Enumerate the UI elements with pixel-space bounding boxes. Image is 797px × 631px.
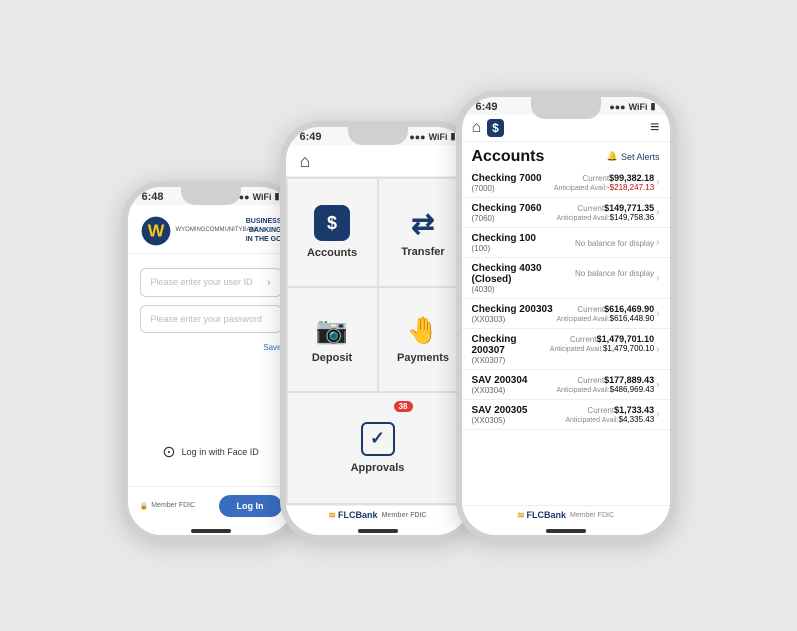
flcbank-logo-2: ≋ FLCBank xyxy=(328,510,377,521)
transfer-label: Transfer xyxy=(401,246,444,258)
accounts-title: Accounts xyxy=(472,148,545,166)
fdic-2: Member FDIC xyxy=(381,512,426,519)
notch-2 xyxy=(348,127,408,145)
account-row-7060[interactable]: Checking 7060 (7060) Current$149,771.35 … xyxy=(462,198,670,228)
deposit-icon: 📷 xyxy=(316,315,348,346)
payments-icon: 🤚 xyxy=(407,315,439,346)
svg-text:W: W xyxy=(147,220,164,240)
account-row-200307[interactable]: Checking 200307 (XX0307) Current$1,479,7… xyxy=(462,329,670,370)
phone2-footer: ≋ FLCBank Member FDIC xyxy=(286,505,470,525)
payments-label: Payments xyxy=(397,352,449,364)
transfer-icon: ⇄ xyxy=(411,207,434,240)
home-indicator-3 xyxy=(462,525,670,535)
chevron-100: › xyxy=(656,237,659,248)
chevron-7000: › xyxy=(656,177,659,188)
home-indicator-2 xyxy=(286,525,470,535)
menu-item-deposit[interactable]: 📷 Deposit xyxy=(288,288,377,391)
set-alerts-button[interactable]: 🔔 Set Alerts xyxy=(607,151,660,162)
accounts-screen: ⌂ $ ≡ Accounts 🔔 Set Alerts Checking 700… xyxy=(462,115,670,535)
nav-accounts-icon[interactable]: $ xyxy=(487,119,504,137)
face-id-icon: ⊙ xyxy=(162,442,175,462)
account-row-100[interactable]: Checking 100 (100) No balance for displa… xyxy=(462,228,670,258)
account-row-200305[interactable]: SAV 200305 (XX0305) Current$1,733.43 Ant… xyxy=(462,400,670,430)
time-1: 6:48 xyxy=(142,191,164,203)
flcbank-logo-3: ≋ FLCBank xyxy=(517,510,566,521)
chevron-4030: › xyxy=(656,273,659,284)
phone-login: 6:48 ●●● WiFi ▮ W WYOMINGCOMMUNITYBANK B… xyxy=(122,181,300,541)
bank-logo: W WYOMINGCOMMUNITYBANK xyxy=(140,215,236,247)
accounts-icon: $ xyxy=(314,205,350,241)
menu-item-approvals[interactable]: 38 ✓ Approvals xyxy=(288,393,468,503)
approvals-icon: ✓ xyxy=(361,422,395,456)
password-input[interactable]: Please enter your password xyxy=(140,305,282,333)
home-screen: ⌂ $ Accounts ⇄ Transfer 📷 Deposit xyxy=(286,145,470,535)
account-row-200303[interactable]: Checking 200303 (XX0303) Current$616,469… xyxy=(462,299,670,329)
status-icons-2: ●●● WiFi ▮ xyxy=(409,131,455,142)
bank-tagline: BUSINESS BANKING IN THE GO xyxy=(246,217,282,244)
approvals-label: Approvals xyxy=(351,462,405,474)
nav-icons-left: ⌂ $ xyxy=(472,119,504,137)
account-row-7000[interactable]: Checking 7000 (7000) Current$99,382.18 A… xyxy=(462,168,670,198)
home-indicator-1 xyxy=(128,525,294,535)
w-logo-icon: W xyxy=(140,215,172,247)
login-screen: W WYOMINGCOMMUNITYBANK BUSINESS BANKING … xyxy=(128,205,294,535)
face-id-section: ⊙ Log in with Face ID xyxy=(140,432,282,472)
bank-name: WYOMINGCOMMUNITYBANK xyxy=(176,227,236,234)
bank-header: W WYOMINGCOMMUNITYBANK BUSINESS BANKING … xyxy=(128,205,294,254)
chevron-200303: › xyxy=(656,308,659,319)
accounts-header: Accounts 🔔 Set Alerts xyxy=(462,142,670,168)
home-nav: ⌂ xyxy=(286,145,470,177)
menu-grid: $ Accounts ⇄ Transfer 📷 Deposit 🤚 Paymen… xyxy=(286,177,470,505)
fdic-badge: 🔒 Member FDIC xyxy=(140,502,196,510)
menu-item-transfer[interactable]: ⇄ Transfer xyxy=(379,179,468,287)
time-2: 6:49 xyxy=(300,131,322,143)
chevron-7060: › xyxy=(656,207,659,218)
username-input[interactable]: Please enter your user ID › xyxy=(140,268,282,297)
home-nav-icon[interactable]: ⌂ xyxy=(300,151,311,171)
phone-accounts: 6:49 ●●● WiFi ▮ ⌂ $ ≡ Accounts 🔔 Set Ale… xyxy=(456,91,676,541)
approvals-badge: 38 xyxy=(394,401,413,412)
account-row-4030[interactable]: Checking 4030 (Closed) (4030) No balance… xyxy=(462,258,670,299)
scene: 6:48 ●●● WiFi ▮ W WYOMINGCOMMUNITYBANK B… xyxy=(112,71,686,561)
accounts-list: Checking 7000 (7000) Current$99,382.18 A… xyxy=(462,168,670,505)
account-row-200304[interactable]: SAV 200304 (XX0304) Current$177,889.43 A… xyxy=(462,370,670,400)
menu-item-accounts[interactable]: $ Accounts xyxy=(288,179,377,287)
notch-3 xyxy=(531,97,601,119)
status-icons-3: ●●● WiFi ▮ xyxy=(609,101,655,112)
accounts-label: Accounts xyxy=(307,247,357,259)
chevron-200307: › xyxy=(656,344,659,355)
nav-menu-icon[interactable]: ≡ xyxy=(650,119,659,137)
login-form: Please enter your user ID › Please enter… xyxy=(128,254,294,486)
chevron-200304: › xyxy=(656,379,659,390)
fdic-3: Member FDIC xyxy=(570,512,614,519)
chevron-200305: › xyxy=(656,409,659,420)
phone3-footer: ≋ FLCBank Member FDIC xyxy=(462,505,670,525)
accounts-nav: ⌂ $ ≡ xyxy=(462,115,670,142)
notch-1 xyxy=(181,187,241,205)
nav-home-icon[interactable]: ⌂ xyxy=(472,119,482,137)
login-footer: 🔒 Member FDIC Log In xyxy=(128,486,294,525)
menu-item-payments[interactable]: 🤚 Payments xyxy=(379,288,468,391)
phone-home: 6:49 ●●● WiFi ▮ ⌂ $ Accounts ⇄ Transf xyxy=(280,121,476,541)
login-button[interactable]: Log In xyxy=(219,495,282,517)
deposit-label: Deposit xyxy=(312,352,352,364)
save-option: Save xyxy=(140,343,282,352)
time-3: 6:49 xyxy=(476,101,498,113)
face-id-button[interactable]: Log in with Face ID xyxy=(182,447,259,457)
